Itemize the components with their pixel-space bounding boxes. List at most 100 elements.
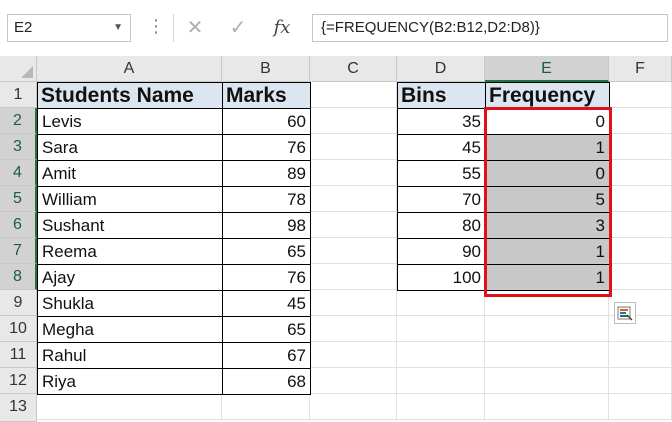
cell-frequency[interactable]: 1 [485, 238, 610, 265]
cell-c12[interactable] [310, 368, 397, 394]
row-header-6[interactable]: 6 [0, 212, 37, 238]
cell-student-name[interactable]: Riya [37, 368, 223, 395]
cell-c11[interactable] [310, 342, 397, 368]
cell-bin[interactable]: 90 [397, 238, 486, 265]
cell-a13[interactable] [37, 394, 222, 420]
select-all-button[interactable] [0, 56, 37, 82]
column-header-f[interactable]: F [609, 56, 672, 82]
cell-student-marks[interactable]: 45 [222, 290, 311, 317]
row-header-1[interactable]: 1 [0, 82, 37, 108]
row-header-4[interactable]: 4 [0, 160, 37, 186]
column-header-a[interactable]: A [37, 56, 222, 82]
cell-b13[interactable] [222, 394, 310, 420]
row-header-13[interactable]: 13 [0, 394, 37, 422]
cell-f6[interactable] [609, 212, 672, 238]
row-header-5[interactable]: 5 [0, 186, 37, 212]
cell-c7[interactable] [310, 238, 397, 264]
cell-student-marks[interactable]: 65 [222, 316, 311, 343]
cell-bin[interactable]: 55 [397, 160, 486, 187]
cell-frequency[interactable]: 3 [485, 212, 610, 239]
cell-f12[interactable] [609, 368, 672, 394]
row-header-10[interactable]: 10 [0, 316, 37, 342]
cell-f3[interactable] [609, 134, 672, 160]
cell-c1[interactable] [310, 82, 397, 108]
cell-bin[interactable]: 70 [397, 186, 486, 213]
cell-d12[interactable] [397, 368, 485, 394]
cell-c3[interactable] [310, 134, 397, 160]
header-bins[interactable]: Bins [397, 82, 486, 109]
cell-student-marks[interactable]: 98 [222, 212, 311, 239]
cell-frequency[interactable]: 0 [485, 108, 610, 135]
cell-d9[interactable] [397, 290, 485, 316]
cell-student-name[interactable]: Sara [37, 134, 223, 161]
cell-student-marks[interactable]: 67 [222, 342, 311, 369]
cell-f13[interactable] [609, 394, 672, 420]
cell-frequency[interactable]: 0 [485, 160, 610, 187]
formula-input[interactable]: {=FREQUENCY(B2:B12,D2:D8)} [312, 14, 668, 42]
cell-f7[interactable] [609, 238, 672, 264]
cell-d10[interactable] [397, 316, 485, 342]
cell-bin[interactable]: 100 [397, 264, 486, 291]
cell-frequency[interactable]: 1 [485, 264, 610, 291]
cell-student-name[interactable]: Reema [37, 238, 223, 265]
close-icon[interactable]: ✕ [175, 14, 215, 42]
cell-student-name[interactable]: William [37, 186, 223, 213]
cell-e12[interactable] [485, 368, 609, 394]
column-header-b[interactable]: B [222, 56, 310, 82]
header-frequency[interactable]: Frequency [485, 82, 610, 109]
cell-student-marks[interactable]: 65 [222, 238, 311, 265]
name-box[interactable]: E2 ▼ [7, 14, 131, 42]
cell-f5[interactable] [609, 186, 672, 212]
cell-student-name[interactable]: Ajay [37, 264, 223, 291]
check-icon[interactable]: ✓ [218, 14, 258, 42]
cell-frequency[interactable]: 1 [485, 134, 610, 161]
chevron-down-icon[interactable]: ▼ [113, 15, 123, 41]
quick-analysis-icon[interactable] [614, 302, 636, 324]
cell-c13[interactable] [310, 394, 397, 420]
cell-f4[interactable] [609, 160, 672, 186]
cell-c2[interactable] [310, 108, 397, 134]
cell-student-name[interactable]: Levis [37, 108, 223, 135]
row-header-7[interactable]: 7 [0, 238, 37, 264]
cell-f11[interactable] [609, 342, 672, 368]
cell-c10[interactable] [310, 316, 397, 342]
cell-c6[interactable] [310, 212, 397, 238]
cell-student-name[interactable]: Shukla [37, 290, 223, 317]
cell-e10[interactable] [485, 316, 609, 342]
cell-f2[interactable] [609, 108, 672, 134]
cell-student-marks[interactable]: 78 [222, 186, 311, 213]
cell-e9[interactable] [485, 290, 609, 316]
column-header-e[interactable]: E [485, 56, 609, 82]
cell-bin[interactable]: 80 [397, 212, 486, 239]
cell-student-name[interactable]: Rahul [37, 342, 223, 369]
row-header-12[interactable]: 12 [0, 368, 37, 394]
cell-student-name[interactable]: Amit [37, 160, 223, 187]
cell-c9[interactable] [310, 290, 397, 316]
cell-frequency[interactable]: 5 [485, 186, 610, 213]
row-header-2[interactable]: 2 [0, 108, 37, 134]
cell-e11[interactable] [485, 342, 609, 368]
cell-c8[interactable] [310, 264, 397, 290]
cell-f1[interactable] [609, 82, 672, 108]
cell-student-marks[interactable]: 89 [222, 160, 311, 187]
cell-f8[interactable] [609, 264, 672, 290]
header-students-name[interactable]: Students Name [37, 82, 223, 109]
cell-bin[interactable]: 45 [397, 134, 486, 161]
row-header-9[interactable]: 9 [0, 290, 37, 316]
cell-student-marks[interactable]: 76 [222, 264, 311, 291]
cell-student-name[interactable]: Sushant [37, 212, 223, 239]
cell-e13[interactable] [485, 394, 609, 420]
header-marks[interactable]: Marks [222, 82, 311, 109]
cell-student-marks[interactable]: 76 [222, 134, 311, 161]
cell-student-marks[interactable]: 68 [222, 368, 311, 395]
insert-function-button[interactable]: fx [262, 14, 302, 42]
cell-c5[interactable] [310, 186, 397, 212]
row-header-3[interactable]: 3 [0, 134, 37, 160]
cell-student-name[interactable]: Megha [37, 316, 223, 343]
column-header-d[interactable]: D [397, 56, 485, 82]
cell-c4[interactable] [310, 160, 397, 186]
cell-bin[interactable]: 35 [397, 108, 486, 135]
row-header-8[interactable]: 8 [0, 264, 37, 290]
cell-student-marks[interactable]: 60 [222, 108, 311, 135]
row-header-11[interactable]: 11 [0, 342, 37, 368]
